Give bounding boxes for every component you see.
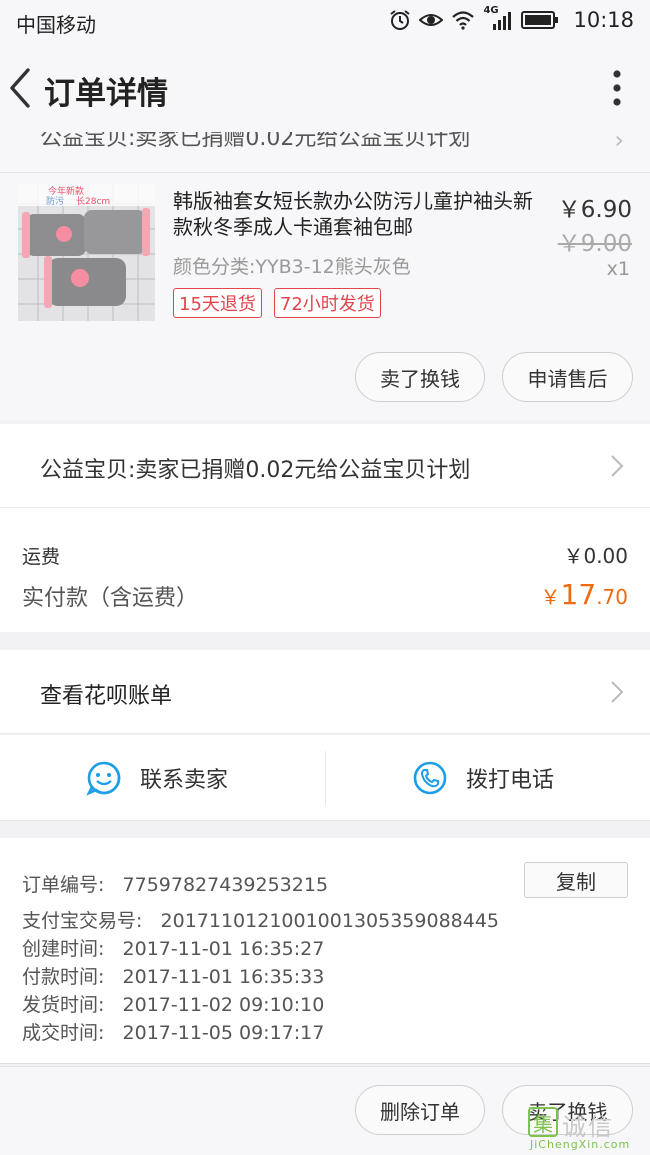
alarm-icon	[390, 10, 411, 30]
order-number-line: 订单编号: 77597827439253215	[22, 870, 328, 897]
badge-return: 15天退货	[173, 288, 262, 318]
paid-time-line: 付款时间: 2017-11-01 16:35:33	[22, 962, 324, 989]
chat-bubble-icon	[86, 761, 121, 796]
watermark-url: JiChengXin.com	[530, 1138, 631, 1151]
info-label: 订单编号:	[22, 874, 105, 896]
delete-order-button[interactable]: 删除订单	[355, 1085, 485, 1135]
paid-currency: ￥	[540, 585, 561, 609]
created-time: 2017-11-01 16:35:27	[122, 938, 325, 960]
shipped-time-line: 发货时间: 2017-11-02 09:10:10	[22, 990, 324, 1017]
product-card[interactable]: 公益宝贝:卖家已捐赠0.02元给公益宝贝计划 › 今年新款 防污 长28cm 韩…	[0, 132, 650, 420]
carrier-name: 中国移动	[16, 13, 96, 37]
service-badges: 15天退货 72小时发货	[173, 288, 381, 318]
paid-amount: ￥17.70	[541, 578, 628, 611]
paid-decimal: .70	[596, 585, 628, 609]
chevron-left-icon[interactable]	[6, 66, 38, 110]
completed-time: 2017-11-05 09:17:17	[122, 1022, 325, 1044]
order-number: 77597827439253215	[122, 874, 329, 896]
chevron-right-icon: ›	[614, 132, 624, 154]
image-text-length: 长28cm	[76, 197, 111, 207]
charity-row-partial: 公益宝贝:卖家已捐赠0.02元给公益宝贝计划	[40, 132, 471, 151]
badge-shipping: 72小时发货	[273, 288, 381, 318]
order-info: 订单编号: 77597827439253215 复制 支付宝交易号: 20171…	[0, 838, 650, 1064]
shipping-label: 运费	[22, 546, 61, 568]
eye-icon	[419, 14, 444, 26]
paid-integer: 17	[560, 578, 597, 611]
watermark-mark: 集	[528, 1107, 558, 1137]
chevron-right-icon	[611, 455, 624, 477]
contact-seller-button[interactable]: 联系卖家	[86, 735, 228, 821]
wifi-icon	[452, 11, 475, 30]
quantity: x1	[606, 258, 630, 280]
status-icons: 4G 10:18	[389, 5, 634, 32]
info-label: 发货时间:	[22, 994, 105, 1016]
divider	[325, 751, 326, 805]
watermark-name: 诚信	[562, 1113, 614, 1141]
price-original: ￥9.00	[557, 231, 632, 257]
alipay-trade-line: 支付宝交易号: 2017110121001001305359088445	[22, 906, 499, 933]
product-sku: 颜色分类:YYB3-12熊头灰色	[173, 256, 411, 278]
created-time-line: 创建时间: 2017-11-01 16:35:27	[22, 934, 324, 961]
phone-icon	[413, 761, 447, 795]
completed-time-line: 成交时间: 2017-11-05 09:17:17	[22, 1018, 324, 1045]
call-phone-button[interactable]: 拨打电话	[412, 735, 554, 821]
product-thumbnail[interactable]: 今年新款 防污 长28cm	[18, 184, 155, 321]
after-sale-button[interactable]: 申请售后	[502, 352, 633, 402]
paid-label: 实付款（含运费）	[22, 586, 199, 611]
info-label: 成交时间:	[22, 1022, 105, 1044]
shipping-value: ￥0.00	[563, 544, 628, 568]
sell-for-cash-button[interactable]: 卖了换钱	[355, 352, 485, 402]
paid-time: 2017-11-01 16:35:33	[122, 966, 325, 988]
info-label: 付款时间:	[22, 966, 105, 988]
price-current: ￥6.90	[557, 197, 632, 223]
nav-bar: 订单详情	[0, 44, 650, 132]
image-text-antifouling: 防污	[46, 197, 65, 207]
copy-button[interactable]: 复制	[524, 862, 628, 898]
watermark-logo: 集 诚信 JiChengXin.com	[528, 1107, 646, 1151]
contact-row: 联系卖家 拨打电话	[0, 735, 650, 821]
page-title: 订单详情	[44, 76, 168, 112]
clock-time: 10:18	[573, 8, 634, 32]
huabei-label: 查看花呗账单	[40, 684, 173, 709]
chevron-right-icon	[611, 681, 624, 703]
more-vertical-icon[interactable]	[612, 70, 622, 106]
battery-icon	[521, 11, 559, 29]
cost-summary: 运费 ￥0.00 实付款（含运费） ￥17.70	[0, 508, 650, 632]
divider	[0, 172, 650, 173]
alipay-trade-number: 2017110121001001305359088445	[160, 910, 500, 932]
contact-seller-label: 联系卖家	[140, 768, 229, 793]
call-phone-label: 拨打电话	[466, 768, 555, 793]
shipped-time: 2017-11-02 09:10:10	[122, 994, 325, 1016]
info-label: 创建时间:	[22, 938, 105, 960]
signal-icon: 4G	[483, 5, 513, 31]
info-label: 支付宝交易号:	[22, 910, 143, 932]
product-title[interactable]: 韩版袖套女短长款办公防污儿童护袖头新款秋冬季成人卡通套袖包邮	[173, 188, 548, 240]
status-bar: 中国移动 4G 10:18	[0, 0, 650, 44]
charity-row[interactable]: 公益宝贝:卖家已捐赠0.02元给公益宝贝计划	[0, 424, 650, 508]
huabei-bill-row[interactable]: 查看花呗账单	[0, 650, 650, 734]
charity-text: 公益宝贝:卖家已捐赠0.02元给公益宝贝计划	[40, 458, 471, 483]
